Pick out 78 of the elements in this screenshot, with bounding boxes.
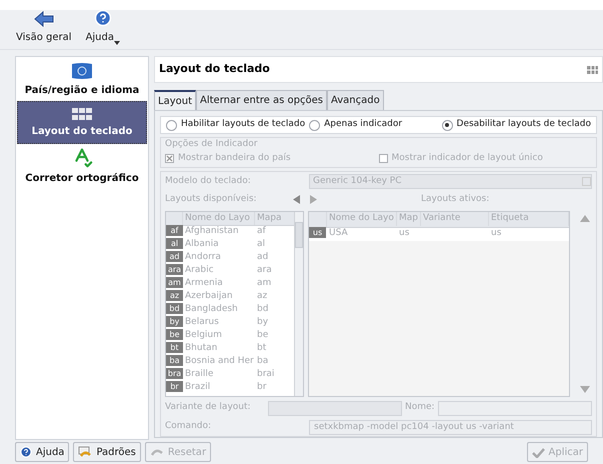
keyboard-icon — [587, 66, 598, 74]
help-icon — [20, 446, 32, 458]
table-cell-text: Belgium — [184, 329, 223, 342]
table-cell-text: ara — [256, 264, 273, 278]
flag-code-icon: bra — [166, 368, 183, 380]
keyboard-icon — [71, 106, 93, 120]
panel-title: Layout do teclado — [159, 61, 270, 78]
flag-code-icon: us — [309, 227, 326, 238]
table-cell-text: Bhutan — [184, 342, 218, 356]
radio-button[interactable] — [309, 120, 320, 130]
table-cell-text: Brazil — [184, 381, 212, 394]
table-cell-text: Armenia — [184, 277, 224, 290]
radio-label: Apenas indicador — [324, 118, 402, 132]
field-label: Comando: — [165, 420, 212, 434]
toolbar-button[interactable]: Ajuda — [86, 9, 120, 45]
flag-code-icon: ba — [166, 355, 183, 366]
table-cell-text: USA — [328, 227, 349, 240]
table-cell-text: Afghanistan — [184, 225, 240, 238]
radio-label: Desabilitar layouts de teclado — [456, 118, 591, 132]
table-cell-text: Andorra — [184, 251, 222, 264]
table-cell-text: Arabic — [184, 264, 215, 278]
flag-code-icon: af — [166, 225, 183, 236]
table-cell-text: us — [398, 227, 410, 240]
table-cell-text: Bosnia and Her — [184, 355, 255, 368]
table-cell-text: az — [256, 290, 268, 304]
field-label: Layouts ativos: — [421, 193, 490, 206]
table-cell-text: be — [256, 329, 270, 342]
sidebar-item[interactable]: Layout do teclado — [17, 101, 147, 144]
table-cell-text: Belarus — [184, 316, 220, 330]
sidebar-item[interactable]: Corretor ortográfico — [17, 144, 147, 187]
sidebar-item[interactable]: País/região e idioma — [17, 58, 147, 101]
tab[interactable]: Alternar entre as opções — [196, 90, 327, 110]
field-label: Modelo do teclado: — [165, 174, 252, 188]
table-cell-text: ba — [256, 355, 270, 368]
back-arrow-icon — [34, 11, 54, 27]
flag-icon — [71, 62, 93, 80]
flag-code-icon: br — [166, 381, 183, 392]
flag-code-icon: al — [166, 238, 183, 250]
field-label: Nome: — [405, 401, 435, 414]
table-cell-text: br — [256, 381, 268, 394]
dropdown-caret-icon — [114, 41, 120, 45]
table-cell-text: Albania — [184, 238, 220, 252]
dialog-button[interactable]: Ajuda — [15, 442, 70, 462]
checkbox-label: Mostrar bandeira do país — [178, 152, 291, 164]
dialog-button[interactable]: Padrões — [73, 442, 141, 462]
help-icon — [94, 9, 112, 27]
flag-code-icon: az — [166, 290, 183, 302]
table-cell-text: by — [256, 316, 270, 330]
radio-button[interactable] — [166, 120, 177, 130]
flag-code-icon: ara — [166, 264, 183, 276]
flag-code-icon: by — [166, 316, 183, 328]
table-cell-text: us — [490, 227, 502, 240]
toolbar-button[interactable]: Visão geral — [16, 11, 72, 45]
field-label: Layouts disponíveis: — [165, 193, 258, 206]
flag-code-icon: ad — [166, 251, 183, 262]
checkbox-label: Mostrar indicador de layout único — [392, 152, 543, 164]
undo-icon — [78, 446, 92, 458]
flag-code-icon: bt — [166, 342, 183, 354]
table-cell-text: al — [256, 238, 266, 252]
group-title: Opções de Indicador — [165, 139, 258, 149]
flag-code-icon: be — [166, 329, 183, 340]
radio-label: Habilitar layouts de teclado — [181, 118, 306, 132]
flag-code-icon: bd — [166, 303, 183, 314]
tab[interactable]: Avançado — [326, 90, 384, 110]
table-cell-text: ad — [256, 251, 270, 264]
table-cell-text: Azerbaijan — [184, 290, 234, 304]
table-cell-text: am — [256, 277, 272, 290]
table-cell-text: af — [256, 225, 267, 238]
field-label: Variante de layout: — [165, 401, 252, 414]
tab[interactable]: Layout — [154, 90, 196, 110]
table-cell-text: bt — [256, 342, 268, 356]
table-cell-text: bd — [256, 303, 270, 316]
flag-code-icon: am — [166, 277, 183, 288]
table-cell-text: brai — [256, 368, 276, 382]
table-cell-text: Braille — [184, 368, 214, 382]
table-cell-text: Bangladesh — [184, 303, 239, 316]
check-icon — [532, 446, 545, 458]
radio-button[interactable] — [442, 120, 453, 130]
